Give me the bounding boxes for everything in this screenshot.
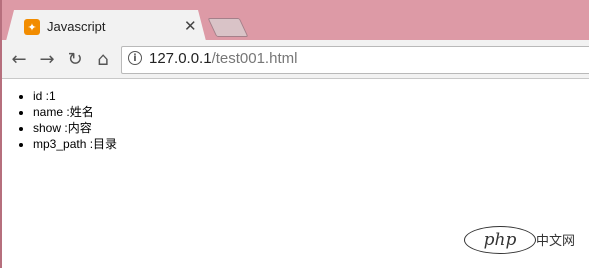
- back-arrow-icon[interactable]: ←: [8, 48, 30, 70]
- tab-close-icon[interactable]: ✕: [184, 17, 197, 35]
- field-key: show: [33, 121, 62, 135]
- field-sep: :: [63, 105, 70, 119]
- tab-title: Javascript: [47, 19, 106, 34]
- url-host: 127.0.0.1: [149, 50, 212, 67]
- field-key: name: [33, 105, 64, 119]
- field-value: 姓名: [69, 105, 94, 119]
- list-item-name: name :姓名: [33, 104, 117, 120]
- watermark-site-label: 中文网: [536, 233, 576, 248]
- reload-icon[interactable]: ↻: [64, 48, 86, 70]
- url-path: /test001.html: [211, 50, 298, 67]
- list-item-show: show :内容: [33, 120, 117, 136]
- field-list: id :1 name :姓名 show :内容 mp3_path :目录: [12, 88, 117, 152]
- field-value: 1: [49, 89, 56, 103]
- field-key: mp3_path: [33, 137, 87, 151]
- list-item-id: id :1: [33, 88, 117, 104]
- address-url[interactable]: 127.0.0.1/test001.html: [149, 50, 297, 67]
- new-tab-button[interactable]: [207, 18, 249, 37]
- list-item-mp3-path: mp3_path :目录: [33, 136, 117, 152]
- home-icon[interactable]: ⌂: [92, 48, 114, 70]
- field-key: id: [33, 89, 43, 103]
- field-sep: :: [61, 121, 68, 135]
- forward-arrow-icon[interactable]: →: [36, 48, 58, 70]
- xampp-favicon-icon: ✦: [24, 19, 40, 35]
- site-info-icon[interactable]: i: [128, 51, 142, 65]
- php-logo: php: [464, 226, 536, 254]
- field-value: 目录: [93, 137, 118, 151]
- field-value: 内容: [67, 121, 92, 135]
- field-sep: :: [42, 89, 50, 103]
